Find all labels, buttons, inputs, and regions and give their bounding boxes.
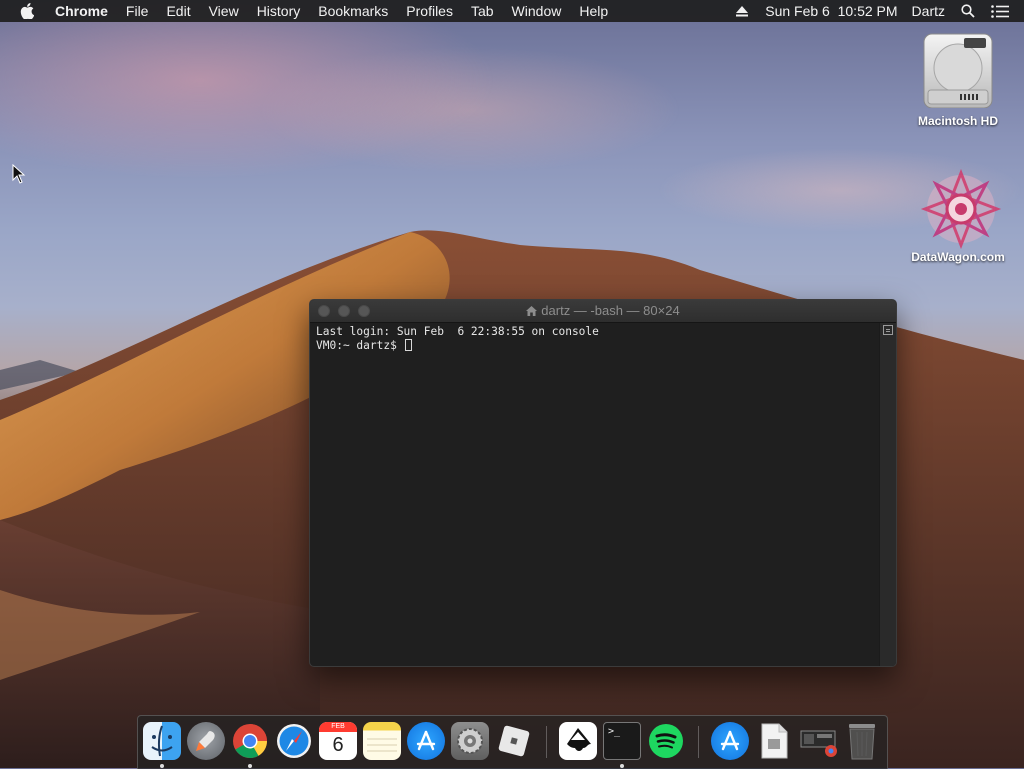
dock-separator — [546, 726, 547, 758]
mouse-pointer-icon — [12, 164, 26, 184]
calendar-month: FEB — [319, 722, 357, 732]
desktop-icon-label: DataWagon.com — [911, 250, 1005, 264]
calendar-day: 6 — [332, 734, 344, 756]
terminal-prompt-line[interactable]: VM0:~ dartz$ — [316, 339, 874, 353]
running-indicator — [248, 764, 252, 768]
dock-app-store-icon[interactable] — [407, 722, 445, 760]
datawagon-logo-icon — [920, 168, 1002, 250]
terminal-scrollbar[interactable] — [879, 323, 896, 666]
dock-inkscape-icon[interactable] — [559, 722, 597, 760]
dock-trash-icon[interactable] — [843, 722, 881, 760]
dock-notes-icon[interactable] — [363, 722, 401, 760]
terminal-titlebar[interactable]: dartz — -bash — 80×24 — [310, 300, 896, 323]
desktop-icon-datawagon[interactable]: DataWagon.com — [903, 168, 1013, 264]
menu-history[interactable]: History — [248, 0, 310, 22]
shell-prompt: VM0:~ dartz$ — [316, 339, 404, 352]
terminal-line-last-login: Last login: Sun Feb 6 22:38:55 on consol… — [316, 325, 599, 338]
home-folder-icon — [526, 304, 538, 319]
dock-safari-icon[interactable] — [275, 722, 313, 760]
eject-icon[interactable] — [732, 0, 752, 22]
menu-bar: Chrome File Edit View History Bookmarks … — [0, 0, 1024, 22]
dock-terminal-icon[interactable]: >_ — [603, 722, 641, 760]
menu-file[interactable]: File — [117, 0, 158, 22]
dock-calendar-icon[interactable]: FEB 6 — [319, 722, 357, 760]
running-indicator — [620, 764, 624, 768]
desktop-icon-macintosh-hd[interactable]: Macintosh HD — [903, 32, 1013, 128]
dock-chrome-icon[interactable] — [231, 722, 269, 760]
close-button[interactable] — [318, 305, 330, 317]
dock-launchpad-icon[interactable] — [187, 722, 225, 760]
dock-finder-icon[interactable] — [143, 722, 181, 760]
dock-roblox-icon[interactable] — [495, 722, 533, 760]
menu-user[interactable]: Dartz — [905, 0, 952, 22]
desktop-icon-label: Macintosh HD — [917, 114, 998, 128]
dock-spotify-icon[interactable] — [647, 722, 685, 760]
menu-edit[interactable]: Edit — [157, 0, 199, 22]
zoom-button[interactable] — [358, 305, 370, 317]
running-indicator — [160, 764, 164, 768]
menu-window[interactable]: Window — [503, 0, 571, 22]
apple-menu-icon[interactable] — [16, 0, 38, 22]
split-pane-icon[interactable] — [883, 325, 893, 335]
minimize-button[interactable] — [338, 305, 350, 317]
hard-drive-icon — [920, 32, 996, 109]
dock-separator — [698, 726, 699, 758]
terminal-output[interactable]: Last login: Sun Feb 6 22:38:55 on consol… — [310, 323, 880, 666]
menu-profiles[interactable]: Profiles — [397, 0, 462, 22]
dock-applications-folder-icon[interactable] — [711, 722, 749, 760]
menu-tab[interactable]: Tab — [462, 0, 503, 22]
menu-clock[interactable]: Sun Feb 6 10:52 PM — [758, 0, 904, 22]
window-title: dartz — -bash — 80×24 — [310, 303, 896, 319]
spotlight-search-icon[interactable] — [958, 0, 978, 22]
app-menu-chrome[interactable]: Chrome — [46, 0, 117, 22]
notification-center-icon[interactable] — [990, 0, 1010, 22]
menu-help[interactable]: Help — [570, 0, 617, 22]
menu-bookmarks[interactable]: Bookmarks — [309, 0, 397, 22]
menu-view[interactable]: View — [200, 0, 248, 22]
text-cursor — [404, 339, 412, 351]
dock-chrome-apps-icon[interactable] — [799, 722, 839, 760]
dock-system-preferences-icon[interactable] — [451, 722, 489, 760]
dock: FEB 6 >_ — [137, 715, 888, 769]
dock-document-icon[interactable] — [755, 722, 793, 760]
terminal-window[interactable]: dartz — -bash — 80×24 Last login: Sun Fe… — [309, 299, 897, 667]
